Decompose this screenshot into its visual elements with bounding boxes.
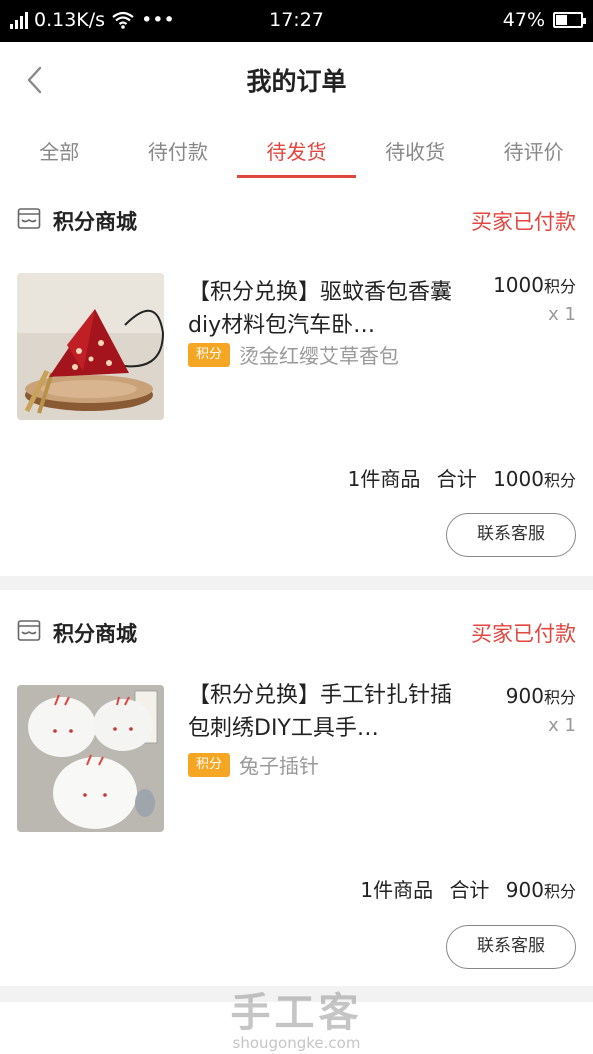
order-summary: 1件商品 合计 1000积分 — [348, 463, 576, 492]
points-badge: 积分 — [188, 343, 230, 367]
order-card: 积分商城 买家已付款 【积分兑换】驱蚊香包香囊diy材料包汽车卧… 1000积分… — [0, 190, 593, 576]
product-image[interactable] — [17, 685, 164, 832]
product-price: 900积分 — [506, 684, 576, 708]
summary-total-label: 合计 — [436, 467, 477, 491]
summary-count: 1件商品 — [360, 878, 434, 902]
order-summary: 1件商品 合计 900积分 — [360, 874, 576, 903]
price-unit: 积分 — [543, 688, 576, 707]
tab-pending-shipment[interactable]: 待发货 — [237, 118, 356, 180]
page-title: 我的订单 — [246, 67, 347, 96]
order-tabs: 全部 待付款 待发货 待收货 待评价 — [0, 118, 593, 180]
summary-unit: 积分 — [543, 471, 576, 490]
sachet-product-photo — [17, 273, 164, 420]
product-variant: 兔子插针 — [239, 754, 319, 778]
card-divider — [0, 576, 593, 590]
tab-spacer — [0, 180, 593, 184]
shop-name: 积分商城 — [53, 210, 137, 234]
product-quantity: x 1 — [548, 715, 576, 736]
product-variant: 烫金红缨艾草香包 — [239, 344, 399, 368]
nav-header: 我的订单 — [0, 42, 593, 118]
points-badge: 积分 — [188, 753, 230, 777]
contact-service-button[interactable]: 联系客服 — [446, 925, 576, 969]
order-card: 积分商城 买家已付款 【积分兑换】手工针扎针插包刺绣DIY工具手… 900积分 … — [0, 590, 593, 986]
status-bar: 0.13K/s ••• 17:27 47% — [0, 0, 593, 42]
tab-pending-review[interactable]: 待评价 — [474, 118, 593, 180]
price-unit: 积分 — [543, 277, 576, 296]
product-price: 1000积分 — [493, 273, 576, 297]
pincushion-product-photo — [17, 685, 164, 832]
tab-pending-receipt[interactable]: 待收货 — [356, 118, 475, 180]
product-image[interactable] — [17, 273, 164, 420]
price-value: 1000 — [493, 273, 544, 297]
product-title[interactable]: 【积分兑换】驱蚊香包香囊diy材料包汽车卧… — [188, 276, 470, 342]
summary-unit: 积分 — [543, 882, 576, 901]
shop-name: 积分商城 — [53, 622, 137, 646]
watermark-url: shougongke.com — [232, 1034, 361, 1052]
product-title[interactable]: 【积分兑换】手工针扎针插包刺绣DIY工具手… — [188, 679, 470, 745]
battery-percent: 47% — [502, 9, 545, 31]
store-icon — [17, 208, 41, 229]
tab-pending-payment[interactable]: 待付款 — [119, 118, 238, 180]
summary-total: 900 — [505, 878, 544, 902]
order-status: 买家已付款 — [471, 210, 576, 234]
price-value: 900 — [505, 684, 544, 708]
site-watermark: 手工客 shougongke.com — [0, 980, 593, 1052]
watermark-logo-text: 手工客 — [230, 990, 363, 1036]
summary-count: 1件商品 — [347, 467, 421, 491]
order-status: 买家已付款 — [471, 622, 576, 646]
summary-total: 1000 — [493, 467, 544, 491]
store-icon — [17, 620, 41, 641]
product-quantity: x 1 — [548, 304, 576, 325]
summary-total-label: 合计 — [449, 878, 490, 902]
battery-icon — [553, 12, 586, 28]
tab-all[interactable]: 全部 — [0, 118, 119, 180]
contact-service-button[interactable]: 联系客服 — [446, 513, 576, 557]
